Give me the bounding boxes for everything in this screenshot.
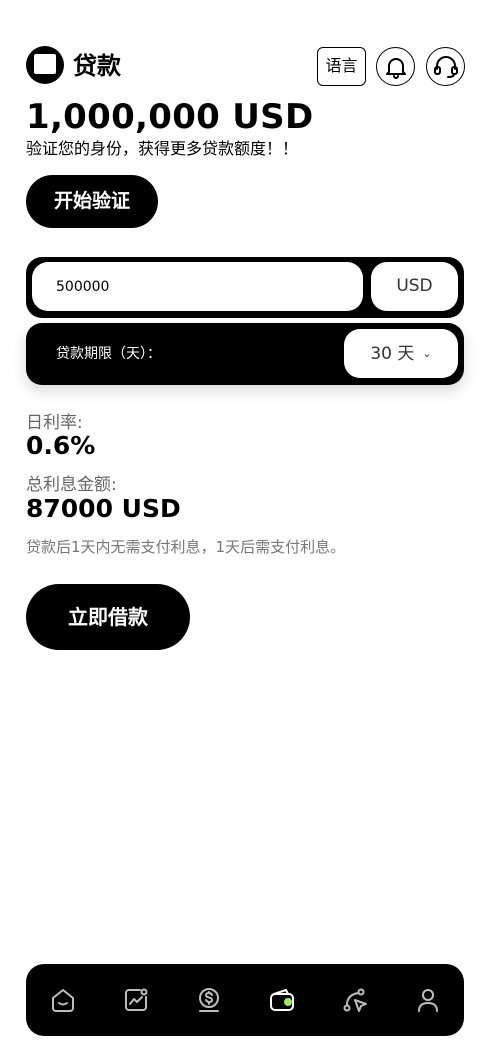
currency-select[interactable]: USD — [371, 262, 458, 311]
app-logo-icon — [26, 46, 64, 84]
customer-support-button[interactable] — [426, 47, 465, 86]
tab-market[interactable] — [120, 984, 152, 1016]
total-interest-label: 总利息金额: — [26, 475, 117, 495]
language-button[interactable]: 语言 — [317, 47, 366, 86]
user-icon — [418, 989, 438, 1012]
borrow-now-button[interactable]: 立即借款 — [26, 584, 190, 650]
verify-hint-text: 验证您的身份，获得更多贷款额度！！ — [26, 139, 299, 158]
daily-rate-value: 0.6% — [26, 431, 96, 460]
bottom-tab-bar — [26, 964, 464, 1036]
credit-limit-amount: 1,000,000 USD — [26, 97, 314, 137]
start-verification-button[interactable]: 开始验证 — [26, 175, 158, 228]
wallet-icon — [270, 989, 294, 1011]
loan-amount-input[interactable] — [32, 262, 363, 311]
tab-route[interactable] — [339, 984, 371, 1016]
interest-note: 贷款后1天内无需支付利息，1天后需支付利息。 — [26, 538, 346, 556]
page-title: 贷款 — [73, 52, 121, 80]
bell-icon — [386, 58, 406, 79]
tab-home[interactable] — [47, 984, 79, 1016]
tab-profile[interactable] — [412, 984, 444, 1016]
home-icon — [52, 989, 74, 1012]
cursor-path-icon — [343, 988, 367, 1012]
tab-loan[interactable] — [266, 984, 298, 1016]
tab-finance[interactable] — [193, 984, 225, 1016]
loan-amount-group: USD — [26, 257, 464, 318]
coin-icon — [199, 988, 219, 1012]
loan-term-group: 贷款期限（天）： 30 天 ⌄ — [26, 323, 464, 385]
notifications-button[interactable] — [376, 47, 415, 86]
loan-term-value: 30 天 — [370, 344, 415, 364]
loan-term-label: 贷款期限（天）： — [56, 346, 161, 362]
loan-term-select[interactable]: 30 天 ⌄ — [344, 329, 458, 378]
chart-icon — [125, 988, 148, 1011]
total-interest-value: 87000 USD — [26, 494, 181, 523]
chevron-down-icon: ⌄ — [422, 347, 432, 360]
headset-icon — [434, 56, 458, 78]
